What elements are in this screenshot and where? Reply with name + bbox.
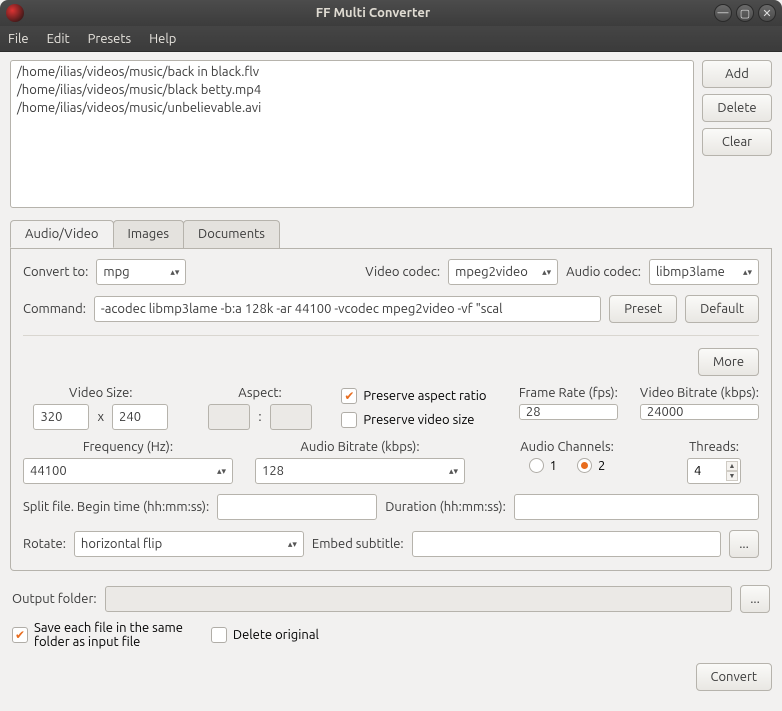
aspect-h-input (270, 404, 312, 430)
command-input[interactable] (94, 296, 601, 322)
chevron-down-icon: ▴▾ (288, 539, 297, 550)
split-begin-input[interactable] (217, 494, 377, 520)
menu-edit[interactable]: Edit (47, 32, 70, 46)
tab-images[interactable]: Images (113, 220, 185, 248)
default-button[interactable]: Default (685, 295, 759, 323)
audio-codec-select[interactable]: libmp3lame ▴▾ (649, 259, 759, 285)
aspect-w-input (208, 404, 250, 430)
frame-rate-input[interactable] (519, 404, 618, 420)
output-browse-button[interactable]: ... (740, 585, 770, 613)
chevron-down-icon: ▴▾ (743, 267, 752, 278)
tab-documents[interactable]: Documents (183, 220, 280, 248)
menubar: File Edit Presets Help (0, 26, 782, 52)
maximize-button[interactable]: ▢ (736, 4, 754, 22)
delete-original-checkbox[interactable]: Delete original (211, 627, 319, 643)
video-height-input[interactable] (112, 404, 168, 430)
frequency-label: Frequency (Hz): (83, 440, 173, 454)
rotate-select[interactable]: horizontal flip ▴▾ (74, 531, 304, 557)
preserve-aspect-checkbox[interactable]: Preserve aspect ratio (341, 388, 497, 404)
aspect-label: Aspect: (238, 386, 281, 400)
video-bitrate-input[interactable] (640, 404, 759, 420)
delete-button[interactable]: Delete (702, 94, 772, 122)
video-codec-select[interactable]: mpeg2video ▴▾ (448, 259, 558, 285)
preserve-size-checkbox[interactable]: Preserve video size (341, 412, 497, 428)
checkbox-icon (12, 627, 28, 643)
subtitle-input[interactable] (412, 531, 721, 557)
audio-codec-label: Audio codec: (566, 265, 641, 279)
tab-audio-video[interactable]: Audio/Video (10, 220, 114, 248)
video-bitrate-label: Video Bitrate (kbps): (640, 386, 759, 400)
split-begin-label: Split file. Begin time (hh:mm:ss): (23, 500, 209, 514)
checkbox-icon (341, 388, 357, 404)
output-folder-input[interactable] (105, 586, 732, 612)
file-list[interactable]: /home/ilias/videos/music/back in black.f… (10, 60, 694, 208)
tabs: Audio/Video Images Documents (10, 220, 772, 249)
video-width-input[interactable] (33, 404, 89, 430)
video-codec-label: Video codec: (365, 265, 440, 279)
list-item[interactable]: /home/ilias/videos/music/unbelievable.av… (17, 99, 687, 117)
clear-button[interactable]: Clear (702, 128, 772, 156)
menu-presets[interactable]: Presets (88, 32, 131, 46)
radio-icon (577, 458, 592, 473)
app-icon (6, 4, 24, 22)
checkbox-icon (341, 412, 357, 428)
chevron-down-icon: ▴▾ (217, 466, 226, 477)
save-same-folder-checkbox[interactable]: Save each file in the same folder as inp… (12, 621, 183, 649)
audio-bitrate-label: Audio Bitrate (kbps): (300, 440, 419, 454)
more-button[interactable]: More (698, 348, 759, 376)
frequency-select[interactable]: 44100 ▴▾ (23, 458, 233, 484)
audio-channels-label: Audio Channels: (520, 440, 614, 454)
duration-input[interactable] (514, 494, 759, 520)
rotate-label: Rotate: (23, 537, 66, 551)
chevron-down-icon: ▴▾ (449, 466, 458, 477)
window-title: FF Multi Converter (32, 6, 714, 20)
chevron-down-icon: ▴▾ (170, 267, 179, 278)
list-item[interactable]: /home/ilias/videos/music/black betty.mp4 (17, 81, 687, 99)
minimize-button[interactable]: — (714, 4, 732, 22)
titlebar: FF Multi Converter — ▢ ✕ (0, 0, 782, 26)
menu-help[interactable]: Help (149, 32, 176, 46)
output-folder-label: Output folder: (12, 592, 97, 606)
add-button[interactable]: Add (702, 60, 772, 88)
convert-button[interactable]: Convert (696, 663, 773, 691)
video-size-label: Video Size: (69, 386, 132, 400)
duration-label: Duration (hh:mm:ss): (385, 500, 506, 514)
subtitle-label: Embed subtitle: (312, 537, 404, 551)
list-item[interactable]: /home/ilias/videos/music/back in black.f… (17, 63, 687, 81)
checkbox-icon (211, 627, 227, 643)
audio-bitrate-select[interactable]: 128 ▴▾ (255, 458, 465, 484)
menu-file[interactable]: File (8, 32, 29, 46)
frame-rate-label: Frame Rate (fps): (519, 386, 618, 400)
threads-label: Threads: (689, 440, 739, 454)
subtitle-browse-button[interactable]: ... (729, 530, 759, 558)
command-label: Command: (23, 302, 86, 316)
audio-video-panel: Convert to: mpg ▴▾ Video codec: mpeg2vid… (10, 249, 772, 571)
channels-1-radio[interactable]: 1 (529, 458, 557, 473)
radio-icon (529, 458, 544, 473)
convert-to-label: Convert to: (23, 265, 88, 279)
chevron-down-icon: ▴▾ (542, 267, 551, 278)
threads-spinner[interactable]: ▲▼ (687, 458, 741, 484)
close-button[interactable]: ✕ (758, 4, 776, 22)
preset-button[interactable]: Preset (609, 295, 677, 323)
channels-2-radio[interactable]: 2 (577, 458, 605, 473)
convert-to-select[interactable]: mpg ▴▾ (96, 259, 186, 285)
